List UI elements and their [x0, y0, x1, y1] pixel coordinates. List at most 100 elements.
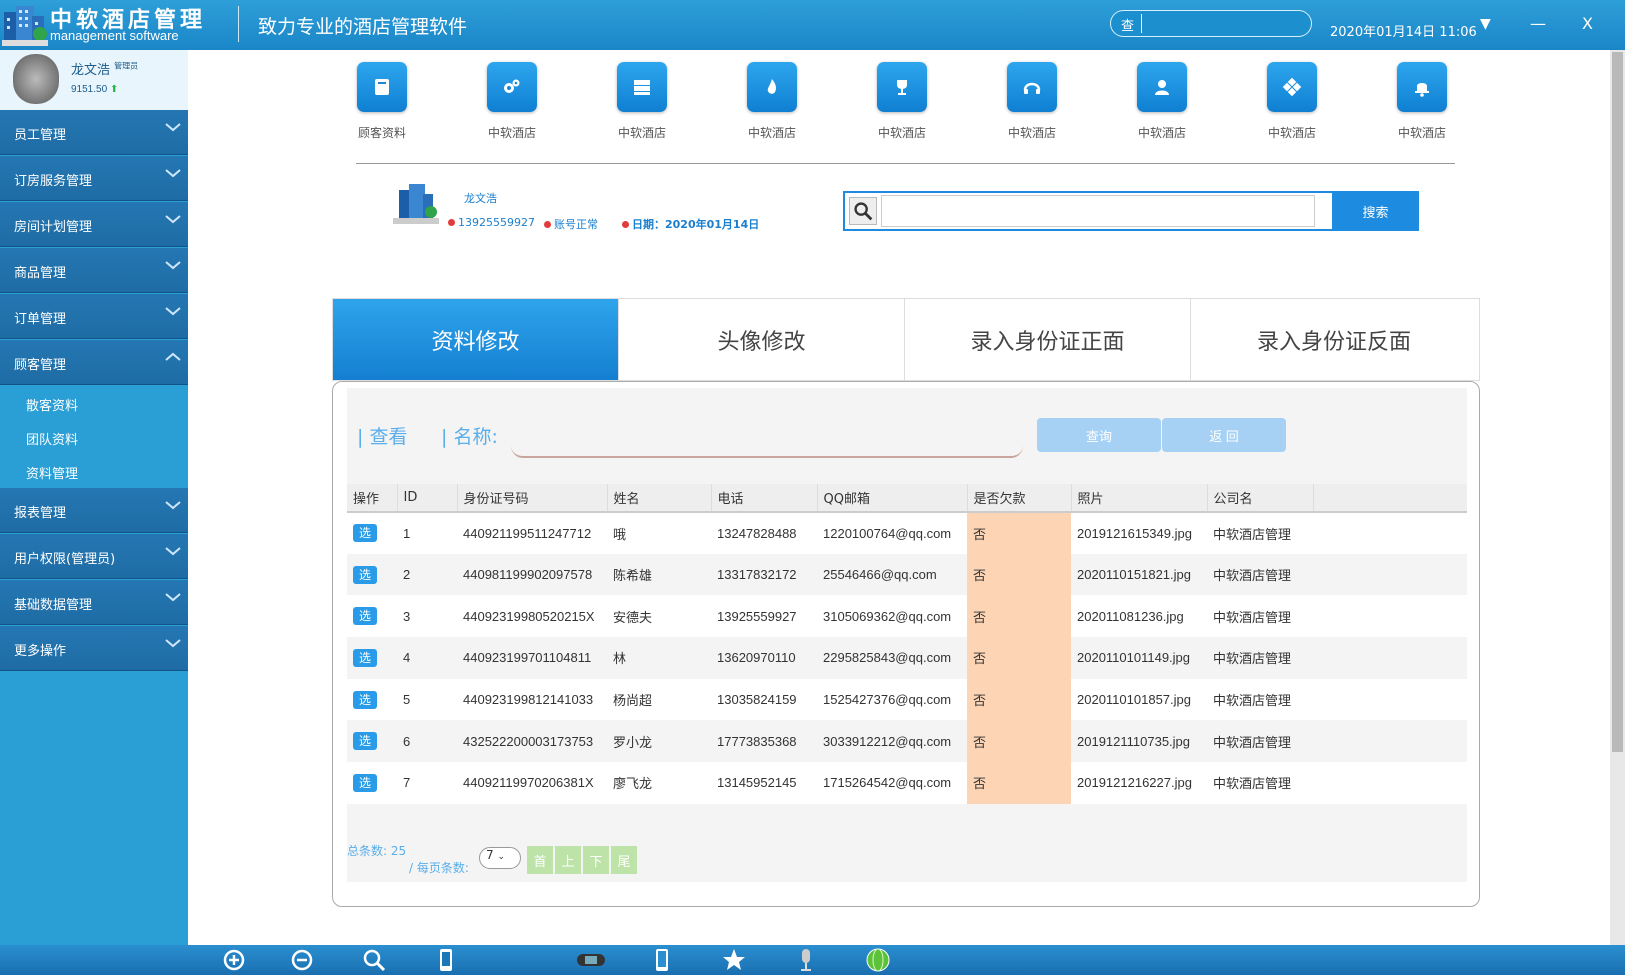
cell-photo: 202011081236.jpg	[1071, 595, 1207, 638]
sidebar-item-reports[interactable]: 报表管理	[0, 488, 188, 533]
globe-icon[interactable]	[866, 948, 890, 972]
main-search-input[interactable]	[881, 195, 1315, 227]
select-button[interactable]: 选	[353, 565, 377, 584]
select-button[interactable]: 选	[353, 732, 377, 751]
back-button[interactable]: 返 回	[1162, 418, 1286, 452]
tile-label: 中软酒店	[747, 126, 796, 140]
gears-icon	[504, 79, 520, 93]
dropdown-button[interactable]: ▼	[1480, 16, 1491, 32]
cell-photo: 2019121216227.jpg	[1071, 762, 1207, 804]
top-search-input[interactable]	[1141, 14, 1291, 33]
sidebar-subitem-individual[interactable]: 散客资料	[0, 386, 188, 420]
sidebar-subitem-group[interactable]: 团队资料	[0, 420, 188, 454]
per-page-label: / 每页条数:	[409, 861, 469, 875]
main-content: 顾客资料 中软酒店 中软酒店 中软酒店 中软酒店 中软酒店 中软酒店 中软酒店 …	[188, 50, 1610, 945]
search-icon	[849, 197, 877, 225]
next-page-button[interactable]: 下	[583, 846, 609, 874]
gamepad-icon[interactable]	[576, 948, 606, 972]
tab-id-front[interactable]: 录入身份证正面	[905, 299, 1191, 380]
table-row: 选 6 432522200003173753 罗小龙 17773835368 3…	[347, 720, 1467, 763]
tile-hotel-5[interactable]: 中软酒店	[992, 62, 1072, 141]
table-row: 选 7 44092119970206381X 廖飞龙 13145952145 1…	[347, 762, 1467, 804]
name-input[interactable]	[511, 422, 1023, 458]
scrollbar-thumb[interactable]	[1612, 52, 1623, 752]
avatar[interactable]	[13, 54, 59, 104]
zoom-in-icon[interactable]	[222, 948, 246, 972]
col-phone: 电话	[711, 484, 818, 513]
cell-idcard: 440981199902097578	[457, 553, 607, 596]
sidebar-subitem-data[interactable]: 资料管理	[0, 454, 188, 488]
cell-qq: 2295825843@qq.com	[817, 637, 967, 679]
cell-company: 中软酒店管理	[1207, 762, 1313, 804]
hotel-logo-icon	[2, 6, 48, 46]
cell-phone: 17773835368	[711, 720, 817, 763]
tile-hotel-3[interactable]: 中软酒店	[732, 62, 812, 141]
close-button[interactable]: X	[1582, 14, 1593, 33]
cell-qq: 1525427376@qq.com	[817, 678, 967, 721]
user-name: 龙文浩 管理员	[71, 61, 139, 78]
query-button[interactable]: 查询	[1037, 418, 1161, 452]
first-page-button[interactable]: 首	[527, 846, 553, 874]
star-icon[interactable]	[722, 948, 746, 972]
tab-id-back[interactable]: 录入身份证反面	[1191, 299, 1477, 380]
select-button[interactable]: 选	[353, 607, 377, 626]
zoom-out-icon[interactable]	[290, 948, 314, 972]
phone-icon[interactable]	[434, 948, 458, 972]
sidebar-item-room-plan[interactable]: 房间计划管理	[0, 202, 188, 247]
sidebar-item-basic-data[interactable]: 基础数据管理	[0, 580, 188, 625]
user-info: 龙文浩 管理员 9151.50 ⬆	[0, 50, 188, 110]
minimize-button[interactable]: —	[1530, 14, 1546, 33]
sidebar-item-staff[interactable]: 员工管理	[0, 110, 188, 155]
cell-owe: 否	[967, 512, 1071, 554]
cell-company: 中软酒店管理	[1207, 553, 1313, 596]
cell-name: 安德夫	[607, 595, 711, 638]
tablet-icon[interactable]	[650, 948, 674, 972]
headphones-icon	[1023, 82, 1041, 94]
sidebar-item-more[interactable]: 更多操作	[0, 626, 188, 671]
tab-edit-avatar[interactable]: 头像修改	[619, 299, 905, 380]
sidebar-item-goods[interactable]: 商品管理	[0, 248, 188, 293]
last-page-button[interactable]: 尾	[611, 846, 637, 874]
bullet-icon	[544, 221, 551, 228]
cell-name: 林	[607, 637, 711, 679]
cell-name: 杨尚超	[607, 678, 711, 721]
tile-label: 中软酒店	[1267, 126, 1316, 140]
chevron-down-icon	[165, 307, 181, 316]
diamond-icon	[1282, 77, 1302, 97]
sidebar-item-orders[interactable]: 订单管理	[0, 294, 188, 339]
prev-page-button[interactable]: 上	[555, 846, 581, 874]
tab-edit-profile[interactable]: 资料修改	[333, 299, 619, 380]
tile-hotel-2[interactable]: 中软酒店	[602, 62, 682, 141]
tile-hotel-1[interactable]: 中软酒店	[472, 62, 552, 141]
search-icon[interactable]	[362, 948, 386, 972]
table-row: 选 5 440923199812141033 杨尚超 13035824159 1…	[347, 678, 1467, 721]
tile-customer-data[interactable]: 顾客资料	[342, 62, 422, 141]
view-label: | 查看	[357, 426, 408, 448]
cell-company: 中软酒店管理	[1207, 637, 1313, 679]
cell-qq: 25546466@qq.com	[817, 553, 967, 596]
cell-name: 陈希雄	[607, 553, 711, 596]
cell-owe: 否	[967, 720, 1071, 763]
pager-info: 总条数: 25 / 每页条数:	[347, 842, 469, 876]
cell-idcard: 44092319980520215X	[457, 595, 607, 638]
select-button[interactable]: 选	[353, 690, 377, 709]
tile-hotel-6[interactable]: 中软酒店	[1122, 62, 1202, 141]
sidebar-item-customers[interactable]: 顾客管理	[0, 340, 188, 385]
tile-label: 中软酒店	[1007, 126, 1056, 140]
sidebar-item-booking[interactable]: 订房服务管理	[0, 156, 188, 201]
col-id: ID	[397, 484, 458, 513]
tile-hotel-8[interactable]: 中软酒店	[1382, 62, 1462, 141]
search-button[interactable]: 搜索	[1332, 191, 1419, 231]
select-button[interactable]: 选	[353, 773, 377, 792]
tile-label: 中软酒店	[617, 126, 666, 140]
microphone-icon[interactable]	[794, 948, 818, 972]
per-page-select[interactable]: 7 ⌄	[479, 847, 521, 869]
tile-hotel-4[interactable]: 中软酒店	[862, 62, 942, 141]
profile-date: 日期：2020年01月14日	[622, 216, 759, 232]
tile-hotel-7[interactable]: 中软酒店	[1252, 62, 1332, 141]
cell-company: 中软酒店管理	[1207, 720, 1313, 763]
select-button[interactable]: 选	[353, 524, 377, 543]
bell-icon	[1415, 83, 1429, 97]
select-button[interactable]: 选	[353, 648, 377, 667]
sidebar-item-permissions[interactable]: 用户权限(管理员)	[0, 534, 188, 579]
